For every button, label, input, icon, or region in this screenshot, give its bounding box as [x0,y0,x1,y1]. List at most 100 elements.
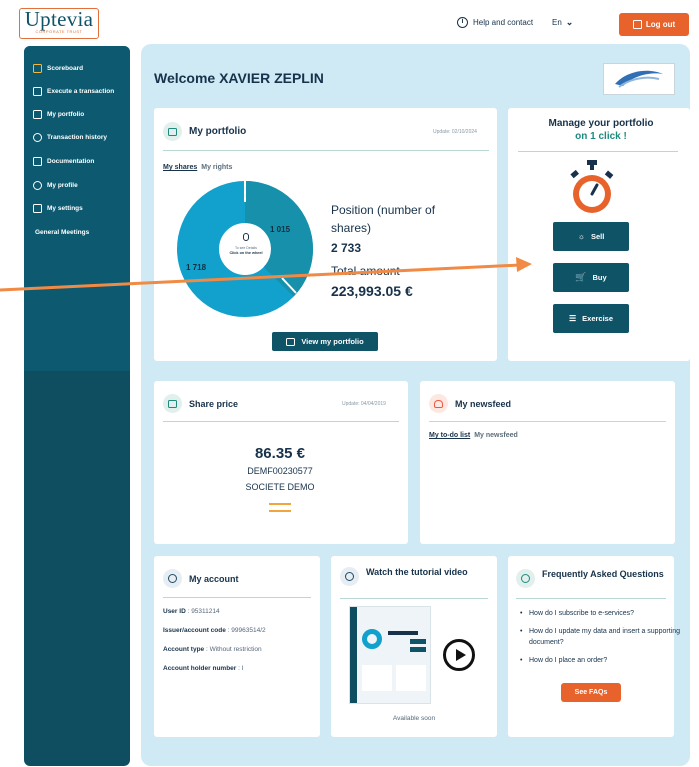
account-title: My account [189,573,239,584]
view-portfolio-label: View my portfolio [301,337,364,346]
faq-title: Frequently Asked Questions [542,569,664,579]
divider [516,598,666,599]
account-issuer-code: Issuer/account code : 99963514/2 [163,627,266,634]
settings-icon [33,204,42,213]
divider [163,597,311,598]
portfolio-icon [286,337,296,346]
tutorial-status: Available soon [392,715,436,722]
issuer-value: : 99963514/2 [227,627,266,634]
sell-label: Sell [591,232,605,241]
logout-label: Log out [645,20,676,29]
language-value: En [552,18,562,27]
total-amount-value: 223,993.05 € [331,283,413,299]
issuer-label: Issuer/account code [163,627,226,634]
play-button[interactable] [443,639,475,671]
documentation-icon [33,157,42,166]
sidebar-item-general-meetings[interactable]: General Meetings [35,229,89,236]
holder-label: Account holder number [163,665,237,672]
portfolio-tabs: My shares My rights [163,164,232,171]
share-price-header: Share price [163,394,238,413]
help-contact-link[interactable]: i Help and contact [457,17,533,28]
sidebar-item-scoreboard[interactable]: Scoreboard [33,64,83,73]
account-type-value: : Without restriction [205,646,262,653]
sidebar-item-my-settings[interactable]: My settings [33,204,83,213]
sidebar-item-transaction-history[interactable]: Transaction history [33,133,107,142]
question-icon [516,569,535,588]
sidebar-item-label: Scoreboard [47,65,84,72]
header: Uptevia CORPORATE TRUST i Help and conta… [0,0,699,42]
account-type: Account type : Without restriction [163,646,262,653]
faq-item[interactable]: How do I update my data and insert a sup… [520,626,690,648]
logout-icon [632,20,642,29]
tab-todo-list[interactable]: My to-do list [429,432,470,439]
sidebar-item-documentation[interactable]: Documentation [33,157,94,166]
holder-value: : I [238,665,244,672]
sidebar-item-label: My settings [47,205,83,212]
portfolio-update-date: Update: 02/10/2024 [433,129,477,135]
transaction-icon [33,87,42,96]
video-thumbnail[interactable] [349,606,431,704]
slice-label-large: 1 718 [186,263,207,272]
mouse-icon [243,233,249,241]
see-faqs-button[interactable]: See FAQs [561,683,621,702]
exercise-button[interactable]: ☰ Exercise [553,304,629,333]
share-price-title: Share price [189,398,239,409]
faq-item[interactable]: How do I subscribe to e-services? [520,608,690,619]
sidebar-item-label: Transaction history [47,134,107,141]
tab-my-shares[interactable]: My shares [163,164,197,171]
play-icon [456,649,466,661]
sidebar-item-my-profile[interactable]: My profile [33,181,78,190]
newsfeed-title: My newsfeed [455,398,512,409]
share-company: SOCIETE DEMO [245,482,315,492]
position-value: 2 733 [331,241,362,255]
account-type-label: Account type [163,646,205,653]
sidebar-item-my-portfolio[interactable]: My portfolio [33,110,84,119]
account-user-id: User ID : 95311214 [163,608,220,615]
share-price-update: Update: 04/04/2019 [342,401,386,407]
sidebar-item-execute-transaction[interactable]: Execute a transaction [33,87,114,96]
issuer-logo-mark [615,70,663,88]
sidebar-item-label: Execute a transaction [47,88,115,95]
profile-icon [33,181,42,190]
portfolio-icon [163,122,182,141]
stopwatch-icon [570,160,614,213]
logout-button[interactable]: Log out [619,13,689,36]
portfolio-title: My portfolio [189,126,247,137]
divider [163,150,489,151]
scoreboard-icon [33,64,42,73]
layers-icon: ☰ [568,314,577,323]
chart-icon [163,394,182,413]
equals-mark [269,510,291,512]
welcome-title: Welcome XAVIER ZEPLIN [154,70,324,86]
sell-button[interactable]: ☼ Sell [553,222,629,251]
user-icon [163,569,182,588]
divider [518,151,678,152]
portfolio-icon [33,110,42,119]
cart-icon: 🛒 [575,272,587,282]
play-icon [340,567,359,586]
language-select[interactable]: En ⌄ [552,17,573,28]
divider [429,421,666,422]
chevron-down-icon: ⌄ [565,17,574,27]
portfolio-card-header: My portfolio [163,122,246,141]
manage-title-line2: on 1 click ! [575,131,627,142]
page: Uptevia CORPORATE TRUST i Help and conta… [0,0,699,767]
position-label: Position (number of shares) [331,203,436,235]
donut-hint: To see Details [235,246,257,250]
buy-label: Buy [592,273,607,282]
view-portfolio-button[interactable]: View my portfolio [272,332,378,351]
total-amount-label: Total amount [331,264,400,278]
manage-portfolio-title: Manage your portfolio on 1 click ! [511,117,691,143]
faq-header: Frequently Asked Questions [516,569,666,588]
tab-my-rights[interactable]: My rights [201,164,232,171]
info-icon: i [457,17,468,28]
tab-my-newsfeed[interactable]: My newsfeed [474,432,518,439]
equals-mark [269,503,291,505]
user-id-value: : 95311214 [187,608,220,615]
logo[interactable]: Uptevia CORPORATE TRUST [19,8,99,39]
account-holder-number: Account holder number : I [163,665,244,672]
faq-item[interactable]: How do I place an order? [520,655,690,666]
divider [163,421,399,422]
divider [340,598,488,599]
buy-button[interactable]: 🛒 Buy [553,263,629,292]
